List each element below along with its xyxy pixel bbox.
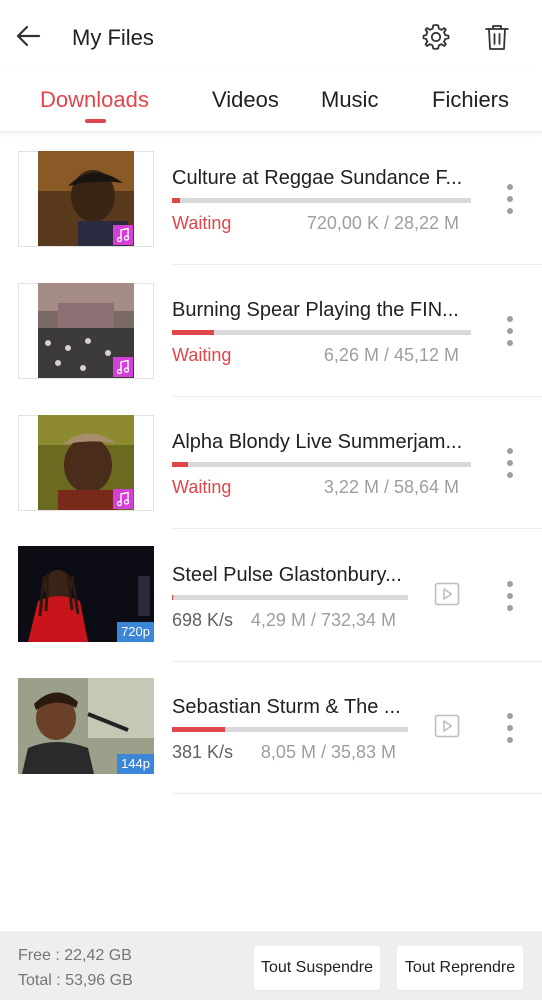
active-tab-indicator (85, 119, 106, 123)
progress-bar (172, 330, 471, 335)
status-label: Waiting (172, 477, 232, 497)
thumbnail: 144p (18, 678, 154, 774)
download-item[interactable]: Culture at Reggae Sundance F... Waiting … (0, 133, 542, 265)
tab-videos[interactable]: Videos (212, 87, 279, 113)
trash-icon[interactable] (482, 22, 512, 52)
arrow-left-icon[interactable] (14, 22, 42, 50)
music-note-icon (113, 489, 133, 509)
music-note-icon (113, 357, 133, 377)
status-label: Waiting (172, 213, 232, 233)
app-bar: My Files (0, 0, 542, 72)
more-vert-icon[interactable] (500, 183, 520, 215)
thumbnail (38, 151, 134, 246)
size-label: 8,05 M / 35,83 M (260, 742, 396, 762)
gear-icon[interactable] (421, 22, 451, 52)
speed-label: 698 K/s (172, 610, 234, 630)
thumbnail: 720p (18, 546, 154, 642)
size-label: 720,00 K / 28,22 M (306, 213, 459, 233)
thumbnail (38, 415, 134, 510)
more-vert-icon[interactable] (500, 580, 520, 612)
size-label: 4,29 M / 732,34 M (250, 610, 396, 630)
size-label: 6,26 M / 45,12 M (323, 345, 459, 365)
file-name: Steel Pulse Glastonbury... (172, 564, 402, 586)
total-space-label: Total : 53,96 GB (18, 972, 133, 989)
more-vert-icon[interactable] (500, 447, 520, 479)
more-vert-icon[interactable] (500, 712, 520, 744)
tab-bar: Downloads Videos Music Fichiers (0, 72, 542, 132)
free-space-label: Free : 22,42 GB (18, 947, 132, 964)
play-icon[interactable] (433, 712, 461, 740)
progress-bar (172, 727, 408, 732)
download-item[interactable]: 144p Sebastian Sturm & The ... 381 K/s 8… (0, 662, 542, 794)
more-vert-icon[interactable] (500, 315, 520, 347)
file-name: Alpha Blondy Live Summerjam... (172, 431, 463, 453)
status-label: Waiting (172, 345, 232, 365)
progress-bar (172, 198, 471, 203)
progress-bar (172, 595, 408, 600)
suspend-all-button[interactable]: Tout Suspendre (254, 946, 380, 990)
download-item[interactable]: 720p Steel Pulse Glastonbury... 698 K/s … (0, 530, 542, 662)
download-item[interactable]: Alpha Blondy Live Summerjam... Waiting 3… (0, 397, 542, 529)
resolution-badge: 144p (117, 754, 154, 774)
resolution-badge: 720p (117, 622, 154, 642)
music-note-icon (113, 225, 133, 245)
progress-bar (172, 462, 471, 467)
tab-downloads[interactable]: Downloads (40, 87, 149, 113)
play-icon[interactable] (433, 580, 461, 608)
size-label: 3,22 M / 58,64 M (323, 477, 459, 497)
file-name: Culture at Reggae Sundance F... (172, 167, 463, 189)
resume-all-button[interactable]: Tout Reprendre (397, 946, 523, 990)
file-name: Burning Spear Playing the FIN... (172, 299, 459, 321)
storage-footer: Free : 22,42 GB Total : 53,96 GB Tout Su… (0, 931, 542, 1000)
file-name: Sebastian Sturm & The ... (172, 696, 401, 718)
page-title: My Files (72, 25, 154, 50)
speed-label: 381 K/s (172, 742, 234, 762)
tab-music[interactable]: Music (321, 87, 378, 113)
download-item[interactable]: Burning Spear Playing the FIN... Waiting… (0, 265, 542, 397)
thumbnail (38, 283, 134, 378)
tab-fichiers[interactable]: Fichiers (432, 87, 509, 113)
